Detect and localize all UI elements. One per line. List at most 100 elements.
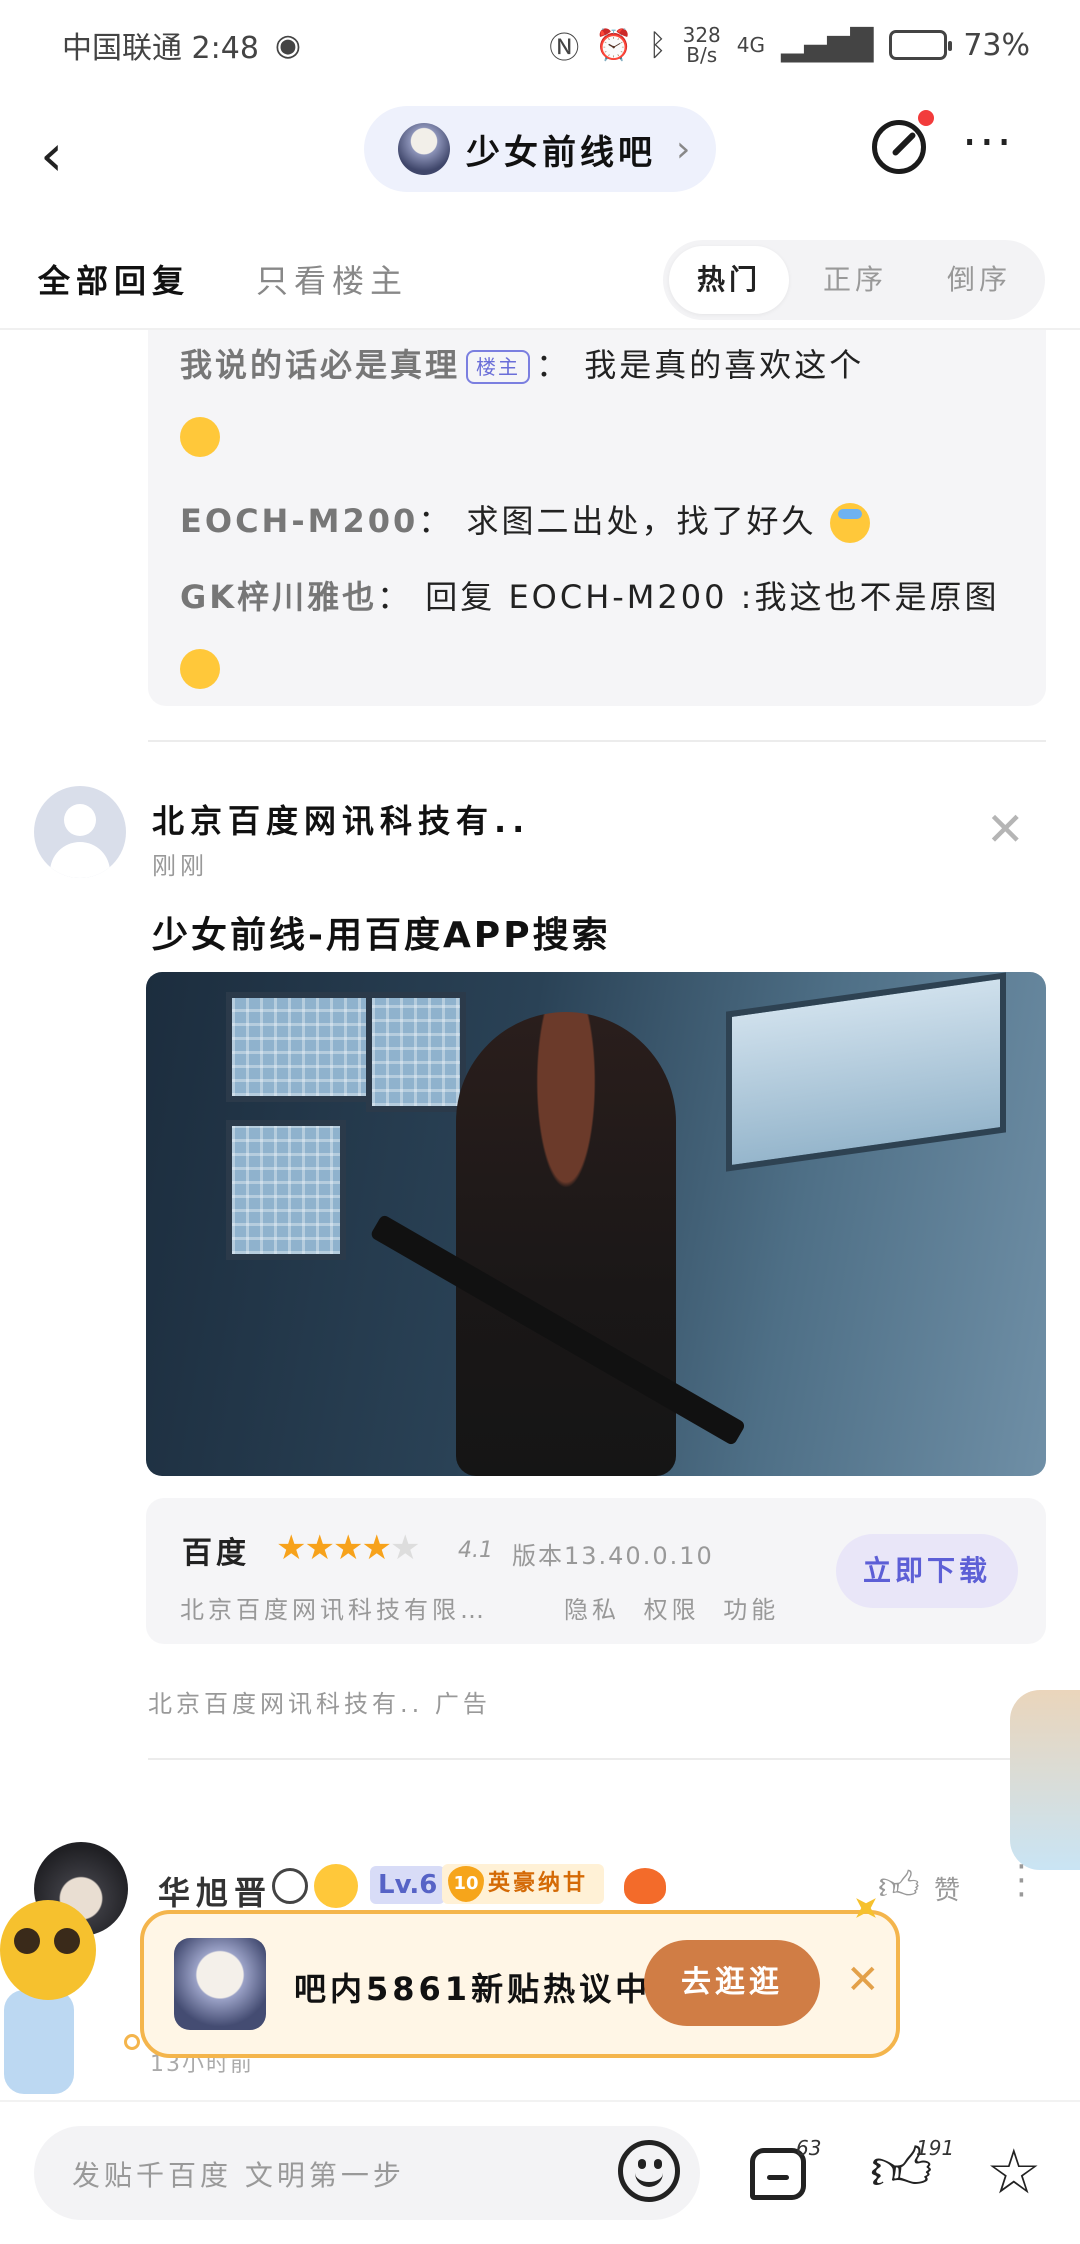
bluetooth-icon: ᛒ — [648, 27, 667, 63]
signal-icon: ▂▄▆█ — [781, 27, 874, 63]
sub-reply-sep: ： — [418, 502, 454, 540]
mascot-body — [4, 1990, 74, 2094]
sub-reply-text: 求图二出处，找了好久 — [466, 502, 817, 540]
more-vertical-icon[interactable]: · · · — [1016, 1850, 1027, 1912]
like-label[interactable]: 赞 — [934, 1870, 962, 1907]
advertiser-name[interactable]: 北京百度网讯科技有.. — [152, 796, 530, 842]
sort-switch: 热门 正序 倒序 — [663, 240, 1045, 320]
ad-title[interactable]: 少女前线-用百度APP搜索 — [152, 906, 611, 958]
app-links: 隐私 权限 功能 — [564, 1590, 779, 1625]
status-left: 中国联通 2:48 ◉ — [62, 23, 301, 67]
reply-filter: 全部回复 只看楼主 热门 正序 倒序 — [0, 236, 1080, 328]
sort-hot-button[interactable]: 热门 — [669, 246, 789, 314]
status-right: Ⓝ ⏰ ᛒ 328 B/s 4G ▂▄▆█ 73% — [549, 23, 1030, 67]
honor-level: 10 — [448, 1866, 484, 1902]
forum-avatar — [398, 123, 450, 175]
sub-reply: 我说的话必是真理 楼主： 我是真的喜欢这个 — [180, 330, 1014, 470]
star-filled-icon: ★ — [276, 1528, 307, 1568]
sub-reply-user[interactable]: EOCH-M200 — [180, 502, 418, 540]
battery-percent: 73% — [963, 27, 1030, 63]
top-nav: ‹ 少女前线吧 › ··· — [0, 100, 1080, 210]
comment-count: 63 — [796, 2136, 822, 2160]
nfc-icon: Ⓝ — [549, 31, 580, 66]
sub-reply-text: 回复 EOCH-M200 :我这也不是原图 — [425, 578, 1000, 616]
download-button[interactable]: 立即下载 — [836, 1534, 1018, 1608]
divider — [148, 740, 1046, 742]
ad-footer: 北京百度网讯科技有.. 广告 — [148, 1690, 491, 1718]
star-share-icon[interactable]: ☆ — [986, 2141, 1042, 2203]
reply-input[interactable]: 发贴千百度 文明第一步 — [34, 2126, 700, 2220]
mascot-icon[interactable] — [0, 1900, 96, 2000]
developer-name: 北京百度网讯科技有限… — [180, 1596, 488, 1624]
sub-reply-text: 我是真的喜欢这个 — [584, 346, 865, 384]
badge-ring-icon — [272, 1868, 308, 1904]
features-link[interactable]: 功能 — [723, 1596, 779, 1624]
star-filled-icon: ★ — [361, 1528, 392, 1568]
honor-title: 英豪纳甘 — [488, 1871, 589, 1896]
eye-icon: ◉ — [274, 27, 302, 63]
more-icon[interactable]: ··· — [962, 119, 1022, 168]
speed-unit: B/s — [686, 43, 718, 67]
soldier-figure — [456, 1012, 676, 1476]
network-speed: 328 B/s — [683, 25, 721, 65]
back-arrow-icon[interactable]: ‹ — [40, 122, 100, 188]
rating-value: 4.1 — [458, 1538, 493, 1563]
forum-link[interactable]: 少女前线吧 › — [364, 106, 716, 192]
notification-dot — [918, 110, 934, 126]
window-shape — [726, 972, 1006, 1172]
chevron-right-icon: › — [676, 128, 691, 170]
battery-icon — [889, 30, 953, 60]
app-name: 百度 — [182, 1536, 250, 1571]
window-shape — [226, 992, 386, 1102]
close-icon[interactable]: ✕ — [846, 1956, 880, 2004]
go-browse-button[interactable]: 去逛逛 — [644, 1940, 820, 2026]
compose-icon[interactable] — [872, 120, 926, 174]
sub-reply-user[interactable]: GK梓川雅也 — [180, 578, 377, 616]
star-filled-icon: ★ — [304, 1528, 335, 1568]
app-download-card[interactable]: 百度 ★★★★★ 4.1 版本13.40.0.10 北京百度网讯科技有限… 隐私… — [146, 1498, 1046, 1644]
ad-image[interactable] — [146, 972, 1046, 1476]
privacy-link[interactable]: 隐私 — [564, 1596, 620, 1624]
hot-topics-banner[interactable]: 吧内5861新贴热议中 去逛逛 ✕ — [140, 1910, 900, 2058]
divider — [148, 1758, 1046, 1760]
star-filled-icon: ★ — [332, 1528, 364, 1568]
banner-text: 吧内5861新贴热议中 — [294, 1970, 652, 2008]
tab-op-only[interactable]: 只看楼主 — [256, 256, 408, 302]
level-badge: Lv.6 — [370, 1866, 446, 1904]
advertiser-avatar[interactable] — [34, 786, 126, 878]
op-tag: 楼主 — [466, 350, 531, 384]
window-shape — [366, 992, 466, 1112]
reply-placeholder: 发贴千百度 文明第一步 — [72, 2159, 405, 2192]
sub-reply-sep: ： — [536, 346, 572, 384]
banner-avatar — [174, 1938, 266, 2030]
star-rating: ★★★★★ — [276, 1528, 421, 1568]
fire-badge-icon — [624, 1868, 666, 1904]
sub-reply: EOCH-M200： 求图二出处，找了好久 — [180, 486, 1014, 556]
grin-emoji-icon — [314, 1864, 358, 1908]
hug-emoji-icon — [180, 417, 220, 457]
like-count: 191 — [916, 2136, 955, 2160]
sub-reply-user[interactable]: 我说的话必是真理 — [180, 346, 460, 384]
permissions-link[interactable]: 权限 — [644, 1596, 700, 1624]
tab-all-replies[interactable]: 全部回复 — [38, 256, 190, 302]
user-name[interactable]: 华旭晋 — [158, 1868, 272, 1914]
close-icon[interactable]: ✕ — [986, 806, 1025, 852]
forum-name: 少女前线吧 — [466, 132, 656, 173]
timeline-dot — [124, 2034, 140, 2050]
network-type: 4G — [736, 33, 766, 57]
star-empty-icon: ★ — [389, 1528, 421, 1568]
sub-reply-sep: ： — [377, 578, 413, 616]
app-version: 版本13.40.0.10 — [512, 1542, 714, 1570]
ad-time: 刚刚 — [152, 852, 208, 880]
alarm-icon: ⏰ — [595, 27, 633, 63]
floating-character[interactable] — [1010, 1690, 1080, 1870]
thumbs-up-icon[interactable]: 👍︎ — [878, 1862, 920, 1910]
sub-reply-box[interactable]: 我说的话必是真理 楼主： 我是真的喜欢这个 EOCH-M200： 求图二出处，找了… — [148, 330, 1046, 706]
sort-desc-button[interactable]: 倒序 — [919, 246, 1039, 314]
status-bar: 中国联通 2:48 ◉ Ⓝ ⏰ ᛒ 328 B/s 4G ▂▄▆█ 73% — [0, 0, 1080, 90]
carrier-time: 中国联通 2:48 — [62, 31, 259, 66]
emoji-icon[interactable] — [618, 2140, 680, 2202]
honor-badge: 10 英豪纳甘 — [442, 1864, 605, 1904]
sort-asc-button[interactable]: 正序 — [795, 246, 915, 314]
bottom-bar: 发贴千百度 文明第一步 63 👍︎ 191 ☆ — [0, 2100, 1080, 2244]
